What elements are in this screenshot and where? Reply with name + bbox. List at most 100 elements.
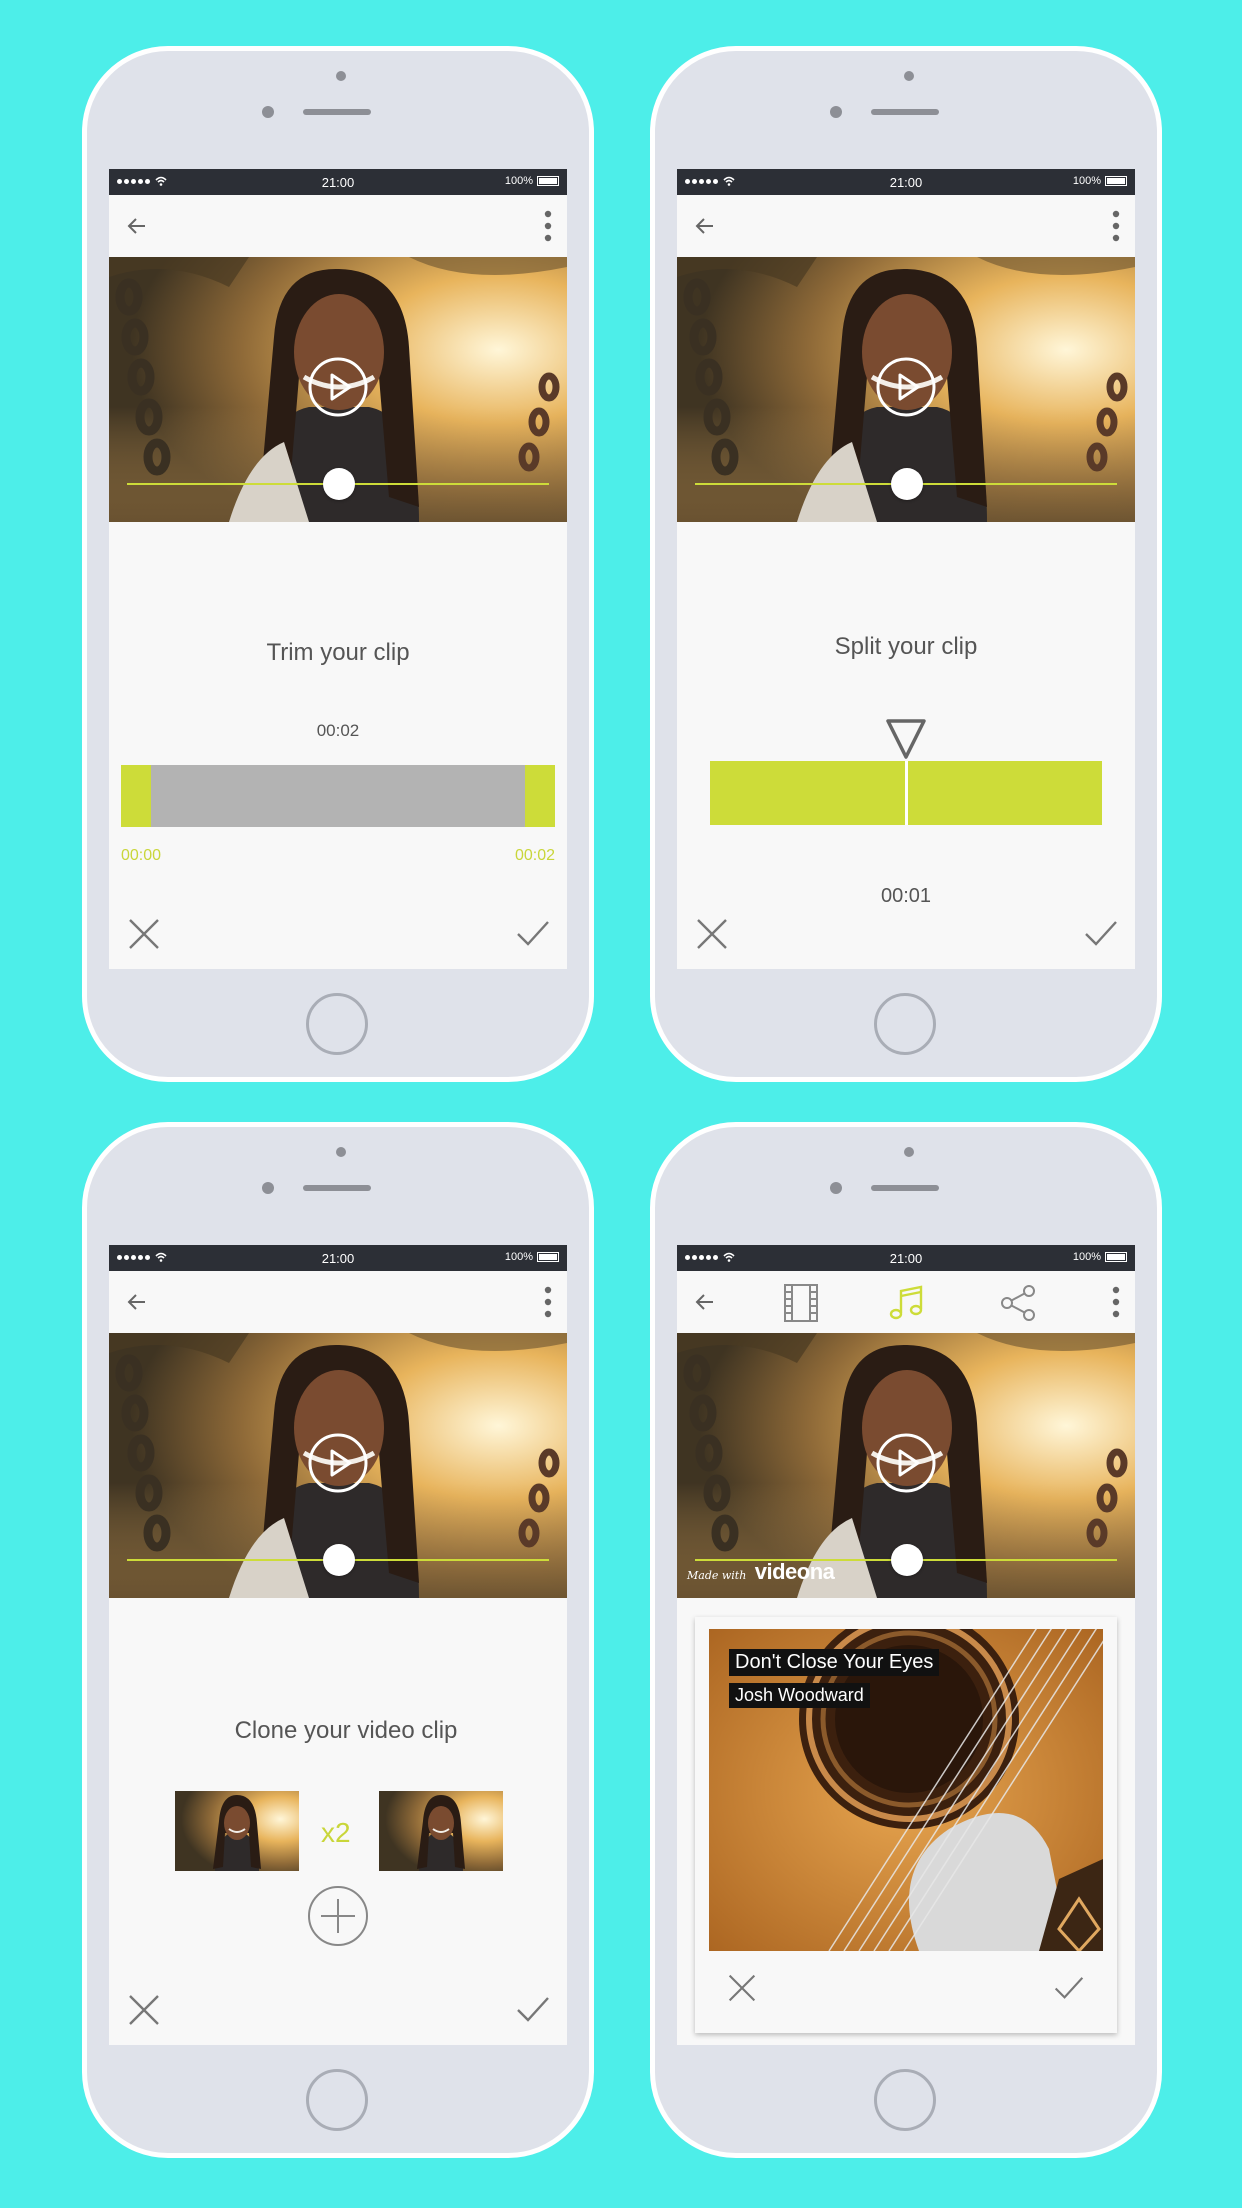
phone-trim: 21:00 100% Trim your clip 00:02 00:00 00… <box>82 46 594 1082</box>
phone-music: 21:00 100% Made with videona Don't Close… <box>650 1122 1162 2158</box>
more-vert-icon[interactable] <box>543 1286 553 1318</box>
check-icon[interactable] <box>1083 919 1119 949</box>
trim-handle-start[interactable] <box>121 765 151 827</box>
proximity-sensor <box>830 106 842 118</box>
play-icon[interactable] <box>308 357 368 417</box>
watermark: Made with videona <box>687 1559 835 1585</box>
play-icon[interactable] <box>876 357 936 417</box>
split-marker-icon[interactable] <box>884 717 928 761</box>
status-bar: 21:00 100% <box>109 169 567 195</box>
music-card: Don't Close Your Eyes Josh Woodward <box>695 1617 1117 2033</box>
check-icon[interactable] <box>1053 1975 1085 2002</box>
scrub-handle[interactable] <box>891 1544 923 1576</box>
split-line <box>905 761 908 825</box>
share-icon[interactable] <box>999 1283 1039 1323</box>
check-icon[interactable] <box>515 1995 551 2025</box>
battery-percent: 100% <box>1072 1251 1101 1263</box>
front-camera <box>904 71 914 81</box>
home-button[interactable] <box>306 2069 368 2131</box>
split-bar[interactable] <box>710 761 1102 825</box>
music-screen: 21:00 100% Made with videona Don't Close… <box>677 1245 1135 2045</box>
battery-percent: 100% <box>1072 175 1101 187</box>
music-note-icon[interactable] <box>887 1283 927 1323</box>
scrub-handle[interactable] <box>323 468 355 500</box>
toolbar <box>109 1271 567 1333</box>
battery-icon <box>537 1252 559 1262</box>
split-screen: 21:00 100% Split your clip 00:01 <box>677 169 1135 969</box>
battery-percent: 100% <box>504 175 533 187</box>
proximity-sensor <box>262 106 274 118</box>
front-camera <box>336 1147 346 1157</box>
back-arrow-icon[interactable] <box>125 1290 149 1314</box>
watermark-prefix: Made with <box>687 1569 747 1582</box>
toolbar <box>677 1271 1135 1333</box>
status-bar: 21:00 100% <box>677 1245 1135 1271</box>
song-title: Don't Close Your Eyes <box>729 1649 940 1676</box>
status-bar: 21:00 100% <box>677 169 1135 195</box>
more-vert-icon[interactable] <box>1111 1286 1121 1318</box>
status-time: 21:00 <box>889 175 923 190</box>
battery-icon <box>537 176 559 186</box>
clone-multiplier: x2 <box>321 1817 351 1848</box>
clone-screen: 21:00 100% Clone your video clip x2 <box>109 1245 567 2045</box>
clip-thumbnail-clone <box>379 1791 503 1871</box>
album-art[interactable]: Don't Close Your Eyes Josh Woodward <box>709 1629 1103 1951</box>
play-icon[interactable] <box>876 1433 936 1493</box>
back-arrow-icon[interactable] <box>693 1290 717 1314</box>
scrub-handle[interactable] <box>323 1544 355 1576</box>
check-icon[interactable] <box>515 919 551 949</box>
front-camera <box>336 71 346 81</box>
status-time: 21:00 <box>321 175 355 190</box>
back-arrow-icon[interactable] <box>125 214 149 238</box>
front-camera <box>904 1147 914 1157</box>
battery-percent: 100% <box>504 1251 533 1263</box>
earpiece-speaker <box>303 1185 371 1191</box>
phone-split: 21:00 100% Split your clip 00:01 <box>650 46 1162 1082</box>
close-icon[interactable] <box>127 917 161 951</box>
proximity-sensor <box>262 1182 274 1194</box>
home-button[interactable] <box>306 993 368 1055</box>
home-button[interactable] <box>874 993 936 1055</box>
trim-start-label: 00:00 <box>121 847 162 864</box>
battery-icon <box>1105 1252 1127 1262</box>
back-arrow-icon[interactable] <box>693 214 717 238</box>
video-preview[interactable] <box>109 1333 567 1598</box>
proximity-sensor <box>830 1182 842 1194</box>
close-icon[interactable] <box>695 917 729 951</box>
status-time: 21:00 <box>321 1251 355 1266</box>
battery-icon <box>1105 176 1127 186</box>
trim-bar[interactable] <box>121 765 555 827</box>
clip-thumbnail-original <box>175 1791 299 1871</box>
trim-handle-end[interactable] <box>525 765 555 827</box>
battery-indicator: 100% <box>1073 1251 1127 1263</box>
battery-indicator: 100% <box>505 175 559 187</box>
add-circle-icon[interactable] <box>307 1885 369 1947</box>
guitar-image <box>709 1629 1103 1951</box>
earpiece-speaker <box>871 109 939 115</box>
battery-indicator: 100% <box>505 1251 559 1263</box>
film-icon[interactable] <box>781 1283 821 1323</box>
artist-name: Josh Woodward <box>729 1683 870 1708</box>
earpiece-speaker <box>303 109 371 115</box>
toolbar <box>109 195 567 257</box>
more-vert-icon[interactable] <box>1111 210 1121 242</box>
trim-title: Trim your clip <box>266 639 410 666</box>
home-button[interactable] <box>874 2069 936 2131</box>
clone-title: Clone your video clip <box>234 1717 458 1744</box>
video-preview[interactable] <box>109 257 567 522</box>
close-icon[interactable] <box>727 1973 757 2003</box>
status-bar: 21:00 100% <box>109 1245 567 1271</box>
trim-screen: 21:00 100% Trim your clip 00:02 00:00 00… <box>109 169 567 969</box>
toolbar <box>677 195 1135 257</box>
scrub-handle[interactable] <box>891 468 923 500</box>
close-icon[interactable] <box>127 1993 161 2027</box>
video-preview[interactable]: Made with videona <box>677 1333 1135 1598</box>
video-preview[interactable] <box>677 257 1135 522</box>
split-time: 00:01 <box>880 885 932 907</box>
trim-end-label: 00:02 <box>514 847 555 864</box>
phone-clone: 21:00 100% Clone your video clip x2 <box>82 1122 594 2158</box>
play-icon[interactable] <box>308 1433 368 1493</box>
trim-duration: 00:02 <box>316 721 360 740</box>
more-vert-icon[interactable] <box>543 210 553 242</box>
split-title: Split your clip <box>834 633 978 660</box>
